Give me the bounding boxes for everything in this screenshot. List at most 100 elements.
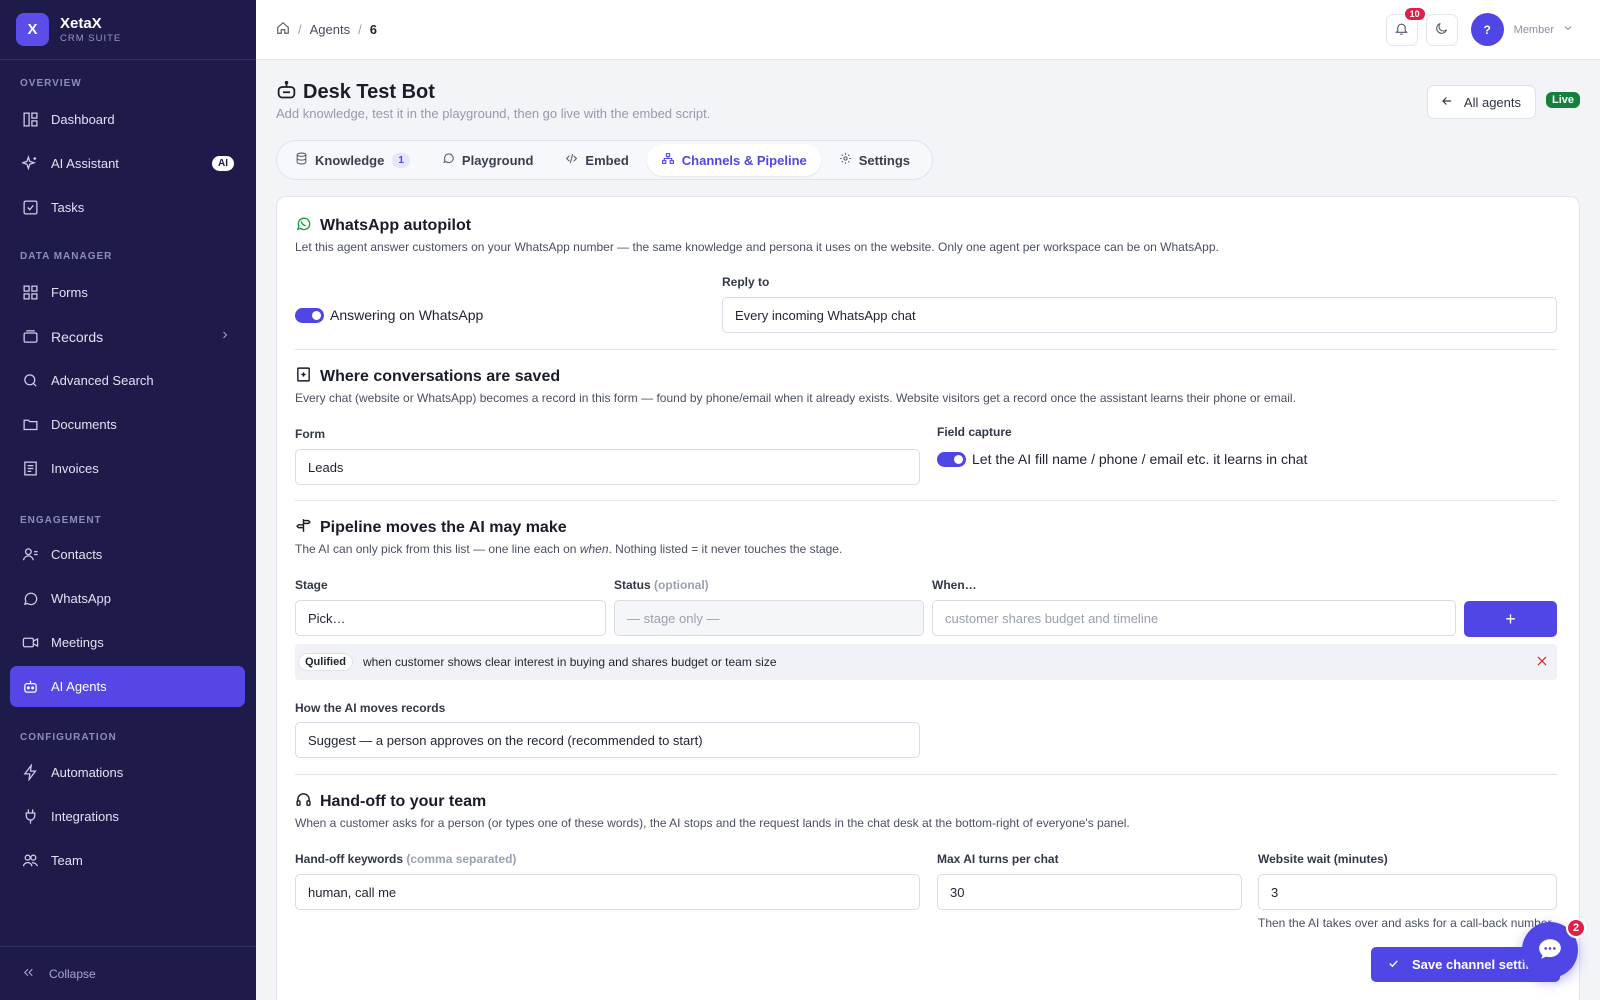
knowledge-count-badge: 1	[392, 152, 410, 168]
breadcrumb: / Agents / 6	[276, 21, 377, 38]
sidebar-item-invoices[interactable]: Invoices	[10, 448, 245, 489]
max-turns-input[interactable]: 30	[937, 874, 1242, 910]
status-select[interactable]: — stage only —	[614, 600, 924, 636]
sidebar-item-integrations[interactable]: Integrations	[10, 796, 245, 837]
nav-section-data-manager: DATA MANAGER	[20, 251, 113, 262]
handoff-description: When a customer asks for a person (or ty…	[295, 816, 1130, 830]
sidebar-item-ai-agents[interactable]: AI Agents	[10, 666, 245, 707]
video-icon	[21, 634, 39, 652]
whatsapp-toggle[interactable]: Answering on WhatsApp	[295, 307, 483, 323]
chat-unread-badge: 2	[1566, 918, 1586, 938]
conversations-description: Every chat (website or WhatsApp) becomes…	[295, 391, 1296, 405]
remove-rule-icon[interactable]	[1535, 654, 1549, 671]
keywords-label: Hand-off keywords (comma separated)	[295, 852, 517, 866]
collapse-button[interactable]: Collapse	[0, 946, 256, 1000]
sidebar-item-forms[interactable]: Forms	[10, 272, 245, 313]
chat-bubble-icon	[442, 152, 455, 168]
whatsapp-icon	[21, 590, 39, 608]
rule-when-text: when customer shows clear interest in bu…	[362, 655, 777, 669]
sidebar-item-automations[interactable]: Automations	[10, 752, 245, 793]
sidebar-item-ai-assistant[interactable]: AI Assistant AI	[10, 143, 245, 184]
chat-desk-button[interactable]: 2	[1522, 918, 1586, 978]
brand-name: XetaX	[60, 15, 102, 32]
sidebar-item-label: Advanced Search	[51, 373, 154, 388]
form-select[interactable]: Leads	[295, 449, 920, 485]
sidebar-item-meetings[interactable]: Meetings	[10, 622, 245, 663]
sidebar: X XetaX CRM SUITE OVERVIEW Dashboard AI …	[0, 0, 256, 1000]
tab-channels-pipeline[interactable]: Channels & Pipeline	[646, 144, 821, 176]
handoff-section-title: Hand-off to your team	[295, 791, 486, 813]
sidebar-item-label: Forms	[51, 285, 88, 300]
field-capture-toggle[interactable]: Let the AI fill name / phone / email etc…	[937, 451, 1307, 467]
wait-input[interactable]: 3	[1258, 874, 1557, 910]
database-icon	[295, 152, 308, 168]
tab-label: Knowledge	[315, 152, 385, 168]
topbar: / Agents / 6 10 ? Member	[256, 0, 1600, 60]
divider	[295, 349, 1557, 350]
moves-select[interactable]: Suggest — a person approves on the recor…	[295, 722, 920, 758]
sidebar-item-contacts[interactable]: Contacts	[10, 534, 245, 575]
all-agents-button[interactable]: All agents	[1426, 85, 1536, 119]
sidebar-item-tasks[interactable]: Tasks	[10, 187, 245, 228]
sidebar-item-documents[interactable]: Documents	[10, 404, 245, 445]
stage-select[interactable]: Pick…	[295, 600, 606, 636]
tab-playground[interactable]: Playground	[428, 144, 548, 176]
status-label: Status (optional)	[614, 578, 709, 592]
status-badge: Live	[1545, 92, 1580, 108]
keywords-input[interactable]: human, call me	[295, 874, 920, 910]
tab-label: Embed	[585, 152, 629, 168]
page-subtitle: Add knowledge, test it in the playground…	[276, 106, 711, 121]
sidebar-item-whatsapp[interactable]: WhatsApp	[10, 578, 245, 619]
divider	[295, 774, 1557, 775]
sidebar-item-records[interactable]: Records	[10, 316, 245, 357]
tab-knowledge[interactable]: Knowledge 1	[281, 144, 424, 176]
notification-count-badge: 10	[1404, 7, 1425, 20]
brand[interactable]: X XetaX CRM SUITE	[0, 0, 256, 60]
records-icon	[21, 328, 39, 346]
toggle-switch[interactable]	[937, 451, 966, 467]
brand-subtitle: CRM SUITE	[60, 33, 122, 44]
tab-embed[interactable]: Embed	[551, 144, 642, 176]
rule-stage-tag: Qulified	[298, 653, 353, 671]
reply-to-label: Reply to	[722, 275, 770, 289]
wait-help-text: Then the AI takes over and asks for a ca…	[1258, 916, 1555, 930]
sidebar-item-label: Meetings	[51, 635, 104, 650]
code-icon	[565, 152, 578, 168]
folder-icon	[21, 416, 39, 434]
toggle-switch[interactable]	[295, 307, 324, 323]
chevron-down-icon[interactable]	[1562, 22, 1574, 37]
brand-logo: X	[16, 13, 49, 46]
sidebar-item-label: Integrations	[51, 809, 119, 824]
sidebar-item-label: Invoices	[51, 461, 99, 476]
pipeline-description: The AI can only pick from this list — on…	[295, 542, 843, 556]
sidebar-item-label: Contacts	[51, 547, 103, 562]
sidebar-item-team[interactable]: Team	[10, 840, 245, 881]
tab-settings[interactable]: Settings	[825, 144, 924, 176]
notifications-button[interactable]: 10	[1385, 7, 1425, 46]
sidebar-item-label: Tasks	[51, 200, 85, 215]
sidebar-item-advanced-search[interactable]: Advanced Search	[10, 360, 245, 401]
breadcrumb-agents[interactable]: Agents	[310, 22, 350, 37]
whatsapp-icon	[295, 215, 312, 237]
search-icon	[21, 372, 39, 390]
add-rule-button[interactable]: +	[1464, 601, 1557, 637]
sidebar-item-label: Documents	[51, 417, 117, 432]
avatar[interactable]: ?	[1470, 13, 1504, 46]
sidebar-item-label: Dashboard	[51, 112, 115, 127]
whatsapp-section-title: WhatsApp autopilot	[295, 215, 471, 237]
user-role[interactable]: Member	[1514, 24, 1554, 36]
all-agents-label: All agents	[1463, 94, 1521, 110]
robot-icon	[276, 80, 297, 104]
ai-badge: AI	[212, 156, 234, 171]
sidebar-item-dashboard[interactable]: Dashboard	[10, 99, 245, 140]
moon-icon	[1434, 21, 1449, 39]
tab-label: Channels & Pipeline	[681, 152, 807, 168]
reply-to-select[interactable]: Every incoming WhatsApp chat	[722, 297, 1557, 333]
headset-icon	[295, 791, 312, 813]
gear-icon	[839, 152, 852, 168]
field-capture-label: Field capture	[937, 425, 1012, 439]
theme-toggle-button[interactable]	[1425, 13, 1458, 46]
home-icon[interactable]	[276, 21, 290, 38]
stage-label: Stage	[295, 578, 328, 592]
when-input[interactable]: customer shares budget and timeline	[932, 600, 1456, 636]
